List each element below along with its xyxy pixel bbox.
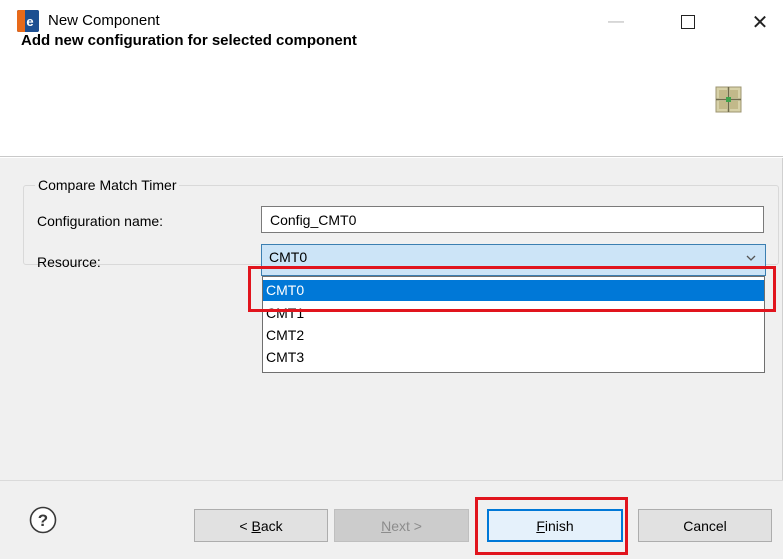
- banner-title: Add new configuration for selected compo…: [21, 32, 357, 49]
- minimize-button[interactable]: —: [596, 4, 636, 40]
- configuration-name-input[interactable]: [261, 206, 764, 233]
- component-grid-icon: [715, 86, 742, 113]
- header-banner: [0, 44, 783, 157]
- highlight-box-option: [248, 266, 776, 312]
- resource-select-value: CMT0: [269, 249, 308, 265]
- maximize-button[interactable]: [668, 4, 708, 40]
- svg-text:?: ?: [38, 511, 48, 530]
- help-icon[interactable]: ?: [28, 505, 58, 535]
- resource-label: Resource:: [37, 254, 101, 270]
- back-button-prefix: <: [239, 517, 252, 534]
- next-button[interactable]: Next >: [334, 509, 469, 542]
- highlight-box-finish: [475, 497, 628, 555]
- group-label: Compare Match Timer: [35, 176, 180, 194]
- svg-text:e: e: [26, 14, 33, 29]
- close-button[interactable]: ✕: [740, 4, 780, 40]
- configuration-name-label: Configuration name:: [37, 213, 164, 229]
- chevron-down-icon: [744, 251, 758, 265]
- next-button-rest: ext >: [391, 517, 422, 534]
- cancel-button[interactable]: Cancel: [638, 509, 772, 542]
- back-button[interactable]: < Back: [194, 509, 328, 542]
- dropdown-option-cmt2[interactable]: CMT2: [263, 325, 764, 346]
- window-title: New Component: [48, 12, 160, 29]
- back-button-mnemonic: B: [251, 517, 261, 534]
- dropdown-option-cmt3[interactable]: CMT3: [263, 347, 764, 368]
- app-icon: e: [17, 10, 39, 32]
- next-button-mnemonic: N: [381, 517, 392, 534]
- back-button-rest: ack: [260, 517, 283, 534]
- maximize-icon: [681, 15, 695, 29]
